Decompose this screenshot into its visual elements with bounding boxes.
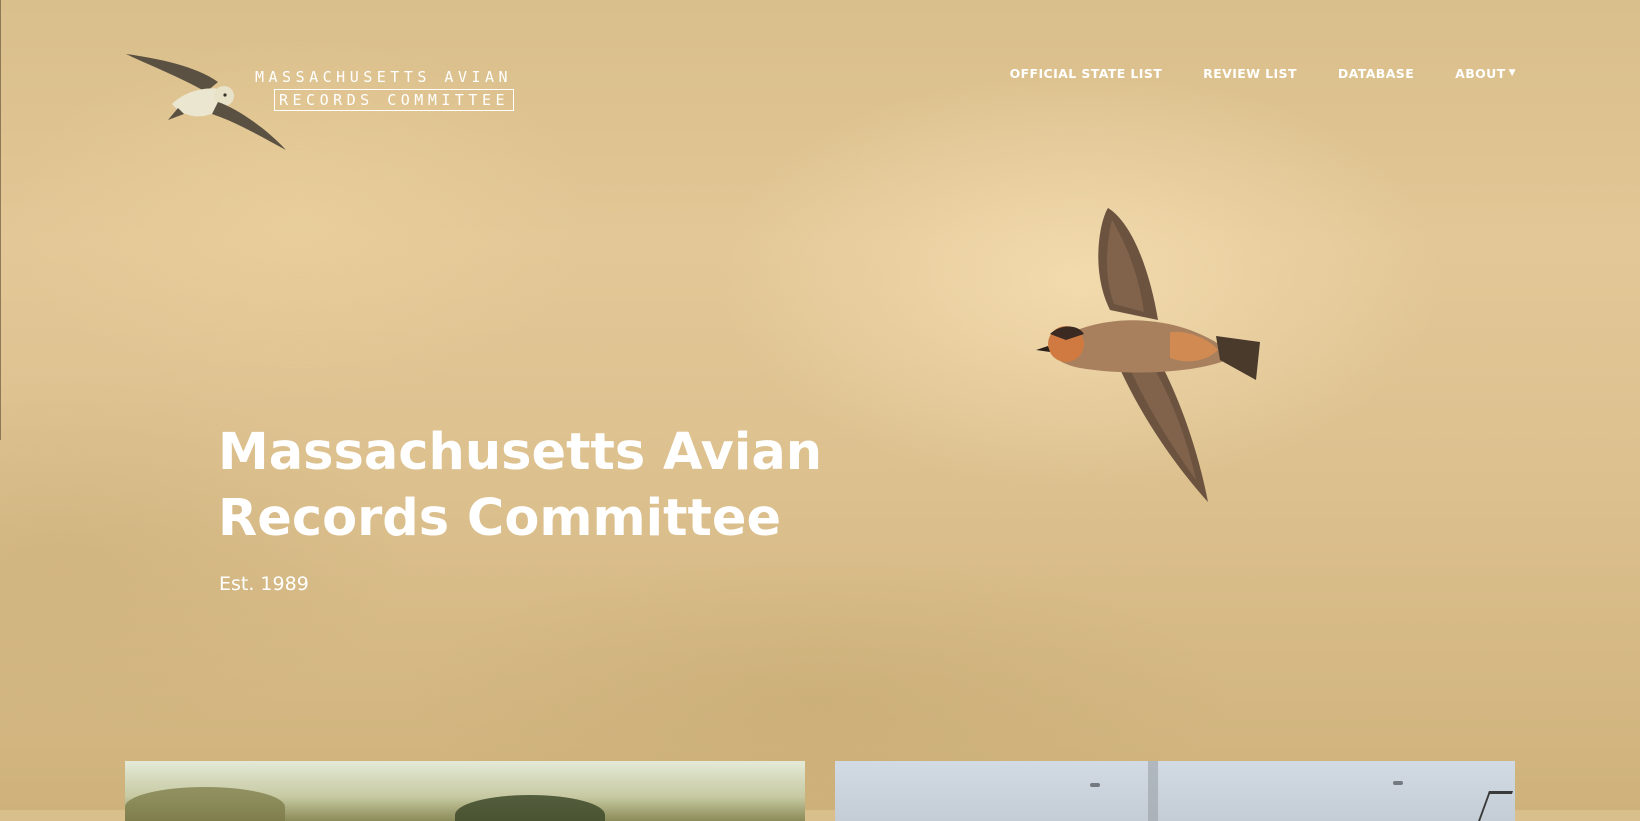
nav-review-list[interactable]: REVIEW LIST bbox=[1203, 66, 1297, 81]
site-logo[interactable]: MASSACHUSETTS AVIAN RECORDS COMMITTEE bbox=[126, 52, 515, 162]
feature-card-image-right[interactable] bbox=[835, 761, 1515, 821]
nav-database[interactable]: DATABASE bbox=[1338, 66, 1414, 81]
logo-text-line2: RECORDS COMMITTEE bbox=[274, 89, 515, 111]
logo-text-line1: MASSACHUSETTS AVIAN bbox=[255, 68, 513, 86]
hero-title: Massachusetts Avian Records Committee bbox=[218, 423, 823, 548]
page-edge-line bbox=[0, 0, 1, 440]
nav-about-label: ABOUT bbox=[1455, 66, 1506, 81]
main-nav: OFFICIAL STATE LIST REVIEW LIST DATABASE… bbox=[1010, 66, 1516, 81]
nav-official-state-list[interactable]: OFFICIAL STATE LIST bbox=[1010, 66, 1163, 81]
nav-about[interactable]: ABOUT ▼ bbox=[1455, 66, 1516, 81]
chevron-down-icon: ▼ bbox=[1508, 67, 1516, 78]
feature-card-image-left[interactable] bbox=[125, 761, 805, 821]
swallow-image bbox=[1036, 208, 1260, 502]
hero-subtitle: Est. 1989 bbox=[219, 573, 309, 595]
